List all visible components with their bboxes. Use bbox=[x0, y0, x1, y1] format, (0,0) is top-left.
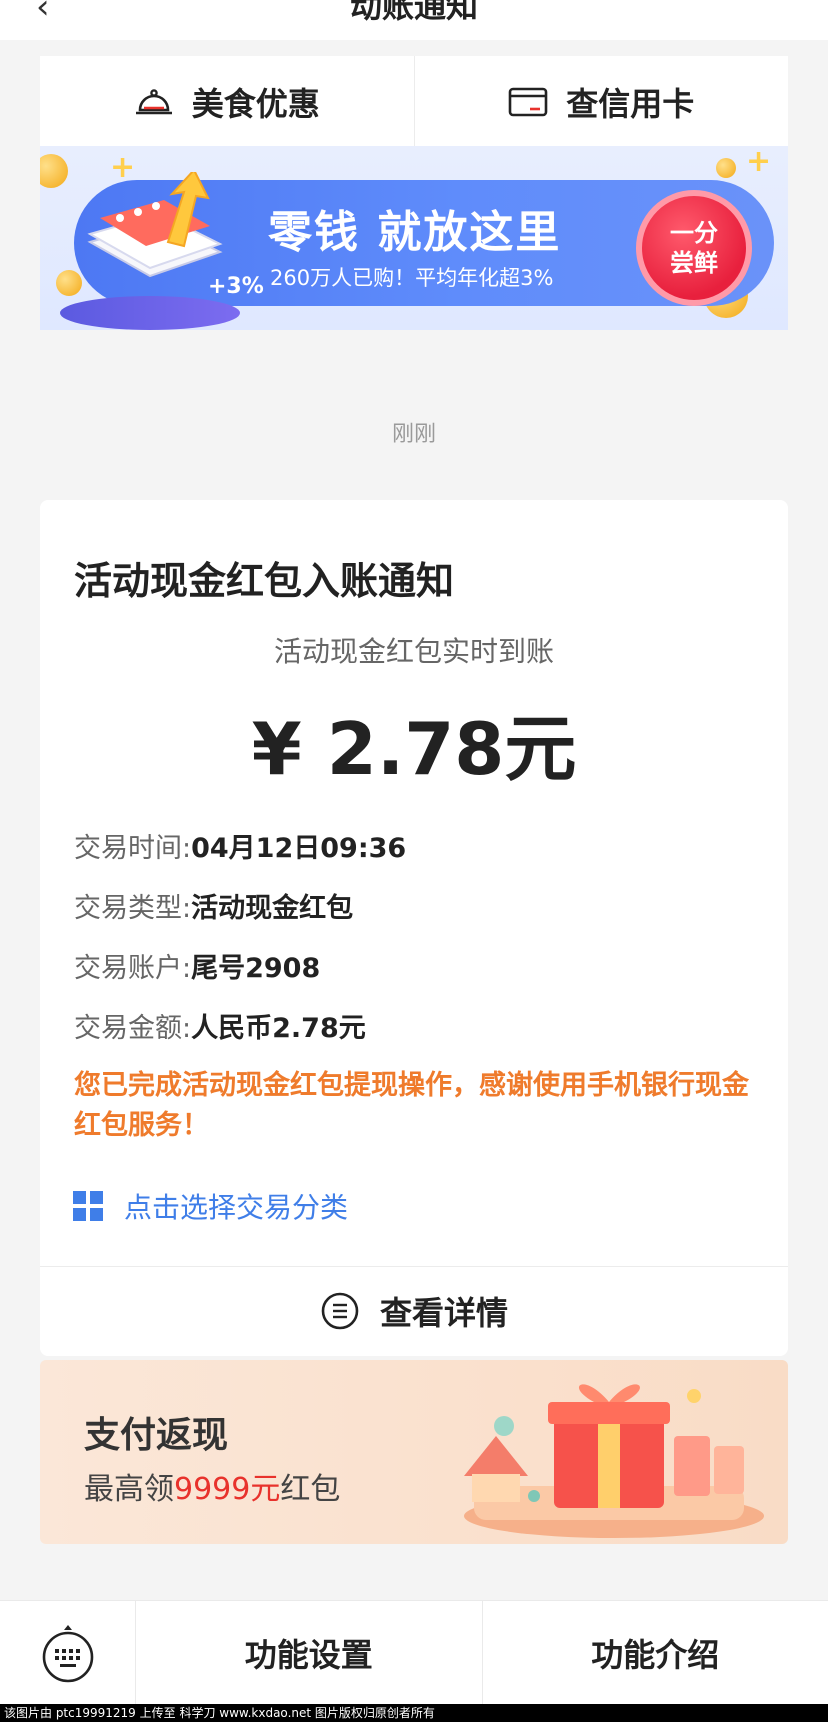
dining-offers-link[interactable]: 美食优惠 bbox=[40, 56, 414, 148]
top-nav-bar: ‹ 动账通知 ··· bbox=[0, 0, 828, 40]
credit-card-icon bbox=[508, 87, 548, 117]
detail-row-type: 交易类型:活动现金红包 bbox=[74, 886, 353, 925]
select-category-link[interactable]: 点击选择交易分类 bbox=[72, 1186, 348, 1226]
grid-icon bbox=[73, 1191, 103, 1221]
notice-text: 您已完成活动现金红包提现操作，感谢使用手机银行现金红包服务！ bbox=[74, 1070, 749, 1141]
percent-tag: +3% bbox=[208, 274, 264, 299]
detail-value: 人民币2.78元 bbox=[191, 1013, 366, 1044]
notification-subtitle: 活动现金红包实时到账 bbox=[273, 635, 554, 668]
more-dots-icon[interactable]: ··· bbox=[755, 0, 792, 12]
detail-label: 交易账户: bbox=[74, 953, 192, 984]
promo-title: 支付返现 bbox=[84, 1415, 229, 1456]
quick-link-label: 查信用卡 bbox=[566, 85, 695, 123]
coin-decoration bbox=[40, 154, 68, 188]
notification-card: 活动现金红包入账通知 活动现金红包实时到账 ¥ 2.78元 交易时间:04月12… bbox=[40, 500, 788, 1356]
watermark-text: 该图片由 ptc19991219 上传至 科学刀 www.kxdao.net 图… bbox=[0, 1704, 828, 1722]
detail-row-time: 交易时间:04月12日09:36 bbox=[74, 826, 406, 865]
view-detail-button[interactable]: 查看详情 bbox=[40, 1266, 788, 1356]
promo-sub-suffix: 红包 bbox=[280, 1472, 341, 1507]
banner-subtitle: 260万人已购！平均年化超3% bbox=[270, 266, 554, 290]
badge-line: 尝鲜 bbox=[670, 249, 718, 277]
detail-value: 尾号2908 bbox=[191, 953, 321, 984]
keyboard-toggle-button[interactable] bbox=[0, 1601, 136, 1705]
detail-value: 活动现金红包 bbox=[191, 893, 354, 924]
savings-banner[interactable]: + + + +3% 零钱 就放这里 260万人已购！平均年化超3% 一分 尝鲜 bbox=[40, 146, 788, 330]
coin-decoration bbox=[56, 270, 82, 296]
function-settings-button[interactable]: 功能设置 bbox=[136, 1601, 482, 1704]
amount-value: ¥ 2.78元 bbox=[251, 707, 577, 791]
credit-card-link[interactable]: 查信用卡 bbox=[413, 56, 789, 148]
function-intro-button[interactable]: 功能介绍 bbox=[481, 1601, 828, 1704]
notification-title: 活动现金红包入账通知 bbox=[74, 559, 455, 603]
bottom-action-bar: 功能设置 功能介绍 bbox=[0, 1600, 828, 1705]
category-link-label: 点击选择交易分类 bbox=[124, 1191, 349, 1224]
try-now-badge[interactable]: 一分 尝鲜 bbox=[636, 190, 752, 306]
cashback-promo-banner[interactable]: 支付返现 最高领9999元红包 bbox=[40, 1360, 788, 1544]
message-timestamp: 刚刚 bbox=[391, 422, 436, 447]
detail-row-account: 交易账户:尾号2908 bbox=[74, 946, 320, 985]
list-circle-icon bbox=[321, 1292, 359, 1330]
view-detail-label: 查看详情 bbox=[379, 1294, 508, 1332]
sparkle-decoration: + bbox=[746, 146, 772, 179]
quick-link-label: 美食优惠 bbox=[191, 85, 320, 123]
page-title: 动账通知 bbox=[349, 0, 478, 25]
banner-title: 零钱 就放这里 bbox=[268, 207, 562, 258]
coin-decoration bbox=[716, 158, 736, 178]
detail-label: 交易金额: bbox=[74, 1013, 192, 1044]
quick-links: 美食优惠 查信用卡 bbox=[40, 56, 788, 148]
detail-label: 交易类型: bbox=[74, 893, 192, 924]
promo-sub-prefix: 最高领 bbox=[84, 1472, 174, 1507]
promo-subtitle: 最高领9999元红包 bbox=[84, 1464, 340, 1508]
detail-value: 04月12日09:36 bbox=[191, 833, 407, 864]
dining-cloche-icon bbox=[135, 89, 172, 115]
detail-label: 交易时间: bbox=[74, 833, 192, 864]
keyboard-icon bbox=[42, 1625, 93, 1683]
promo-highlight: 9999元 bbox=[174, 1472, 281, 1507]
gift-box-illustration bbox=[464, 1384, 764, 1538]
detail-row-amount: 交易金额:人民币2.78元 bbox=[74, 1006, 366, 1045]
badge-line: 一分 bbox=[670, 219, 718, 247]
